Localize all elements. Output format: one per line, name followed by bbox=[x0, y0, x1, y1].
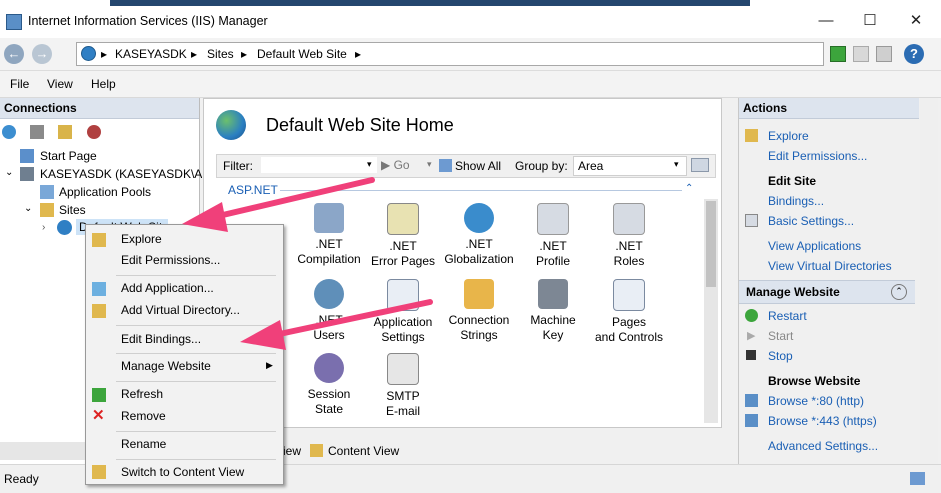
annotation-arrow-2 bbox=[240, 299, 433, 350]
annotation-arrows bbox=[182, 177, 433, 350]
annotation-arrow-1 bbox=[182, 177, 375, 232]
